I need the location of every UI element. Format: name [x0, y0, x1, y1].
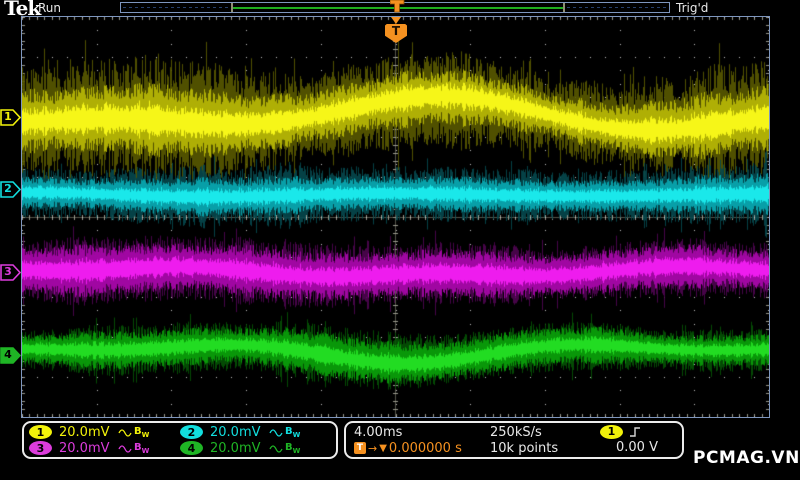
bw-letter: B	[134, 425, 142, 437]
bandwidth-limit-icon: BW	[134, 426, 149, 439]
trigger-column: 1 0.00 V	[600, 424, 674, 456]
channel-4-position-marker[interactable]: 4	[0, 347, 21, 364]
trigger-position-marker-icon[interactable]	[390, 0, 405, 13]
channel-3-coupling-icons: BW	[118, 442, 149, 455]
acquisition-column: 250kS/s 10k points	[490, 424, 600, 456]
channel-1-scale: 20.0mV	[59, 424, 110, 440]
bw-sub-letter: W	[141, 446, 150, 455]
channel-2-badge: 2	[180, 425, 203, 439]
watermark: PCMAG.VN	[693, 448, 800, 468]
channel-2-readout[interactable]: 2 20.0mV BW	[180, 424, 331, 440]
trigger-source[interactable]: 1	[600, 424, 674, 439]
trigger-position-readout[interactable]: T → ▼ 0.000000 s	[354, 441, 490, 456]
bw-letter: B	[285, 441, 293, 453]
channel-4-badge: 4	[180, 441, 203, 455]
bw-sub-letter: W	[141, 430, 150, 439]
arrow-right-icon: →	[368, 441, 378, 455]
bw-letter: B	[285, 425, 293, 437]
channel-1-badge: 1	[29, 425, 52, 439]
channel-1-readout[interactable]: 1 20.0mV BW	[29, 424, 180, 440]
ac-coupling-icon	[269, 428, 283, 437]
bandwidth-limit-icon: BW	[285, 426, 300, 439]
trigger-source-badge: 1	[600, 424, 623, 439]
channel-3-scale: 20.0mV	[59, 440, 110, 456]
rising-edge-icon	[630, 427, 640, 437]
trigger-position-value: 0.000000 s	[388, 440, 462, 456]
channel-3-readout[interactable]: 3 20.0mV BW	[29, 440, 180, 456]
channel-3-badge: 3	[29, 441, 52, 455]
channel-2-coupling-icons: BW	[269, 426, 300, 439]
waveform-canvas	[22, 17, 769, 417]
trigger-point-arrow-icon	[391, 17, 401, 24]
graticule	[21, 16, 770, 418]
channel-3-position-marker[interactable]: 3	[0, 264, 21, 281]
trigger-t-icon: T	[354, 442, 366, 454]
acquisition-window-left-edge	[231, 3, 233, 12]
channel-4-scale: 20.0mV	[210, 440, 261, 456]
bw-letter: B	[134, 441, 142, 453]
bw-sub-letter: W	[292, 446, 301, 455]
horizontal-scale[interactable]: 4.00ms	[354, 425, 490, 440]
channel-2-scale: 20.0mV	[210, 424, 261, 440]
ac-coupling-icon	[118, 444, 132, 453]
horizontal-trigger-readout: 4.00ms T → ▼ 0.000000 s 250kS/s 10k poin…	[344, 421, 684, 459]
record-length: 10k points	[490, 440, 559, 456]
channel-2-position-marker[interactable]: 2	[0, 181, 21, 198]
channel-1-marker-label: 1	[4, 110, 12, 123]
bw-sub-letter: W	[292, 430, 301, 439]
channel-readouts: 1 20.0mV BW 2 20.0mV BW 3 20.0mV BW 4 20…	[22, 421, 338, 459]
channel-1-position-marker[interactable]: 1	[0, 109, 21, 126]
ac-coupling-icon	[118, 428, 132, 437]
oscilloscope-screen: Tek Run Trig'd T 1 2 3 4 1 20.0mV BW 2 2…	[0, 0, 800, 480]
channel-1-coupling-icons: BW	[118, 426, 149, 439]
acquisition-window-right-edge	[563, 3, 565, 12]
trigger-status: Trig'd	[676, 1, 709, 15]
bandwidth-limit-icon: BW	[134, 442, 149, 455]
ac-coupling-icon	[269, 444, 283, 453]
channel-3-marker-label: 3	[4, 265, 12, 278]
trigger-level: 0.00 V	[616, 440, 658, 456]
channel-2-marker-label: 2	[4, 182, 12, 195]
triangle-down-icon: ▼	[379, 442, 387, 454]
sample-rate: 250kS/s	[490, 424, 542, 440]
acquisition-status: Run	[38, 1, 62, 15]
horizontal-column: 4.00ms T → ▼ 0.000000 s	[354, 424, 490, 456]
channel-4-marker-label: 4	[4, 348, 12, 361]
channel-4-coupling-icons: BW	[269, 442, 300, 455]
bandwidth-limit-icon: BW	[285, 442, 300, 455]
channel-4-readout[interactable]: 4 20.0mV BW	[180, 440, 331, 456]
